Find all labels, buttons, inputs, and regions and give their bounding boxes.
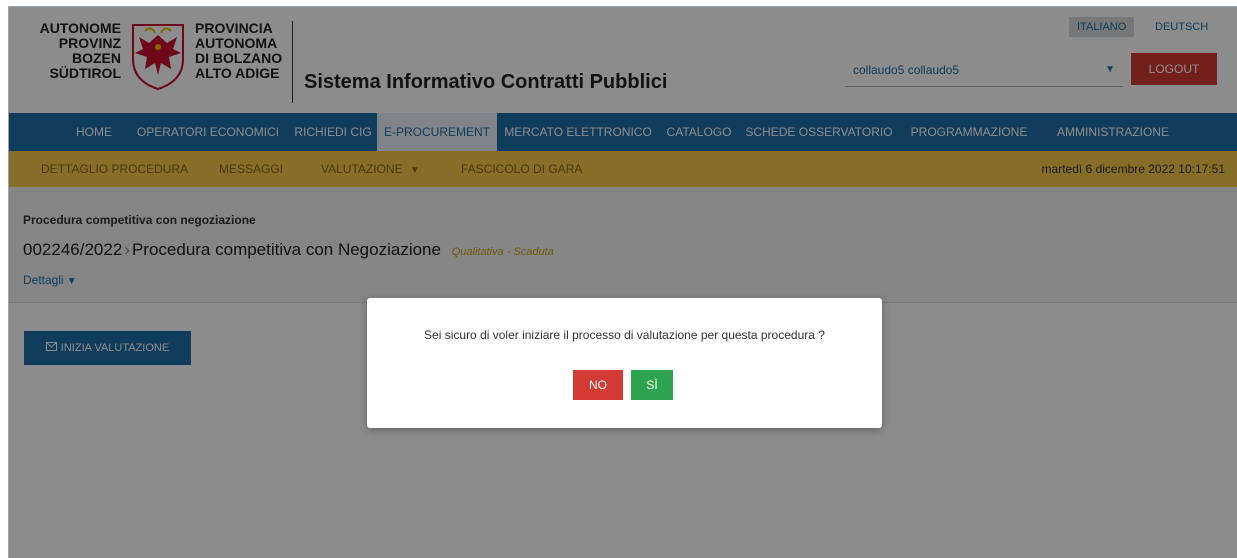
yes-button[interactable]: SÌ xyxy=(631,370,673,400)
confirm-dialog: Sei sicuro di voler iniziare il processo… xyxy=(367,298,882,428)
modal-backdrop[interactable] xyxy=(9,7,1237,558)
app-window: AUTONOME PROVINZ BOZEN SÜDTIROL PROVINCI… xyxy=(8,6,1237,558)
no-button[interactable]: NO xyxy=(573,370,623,400)
confirm-message: Sei sicuro di voler iniziare il processo… xyxy=(424,328,825,342)
